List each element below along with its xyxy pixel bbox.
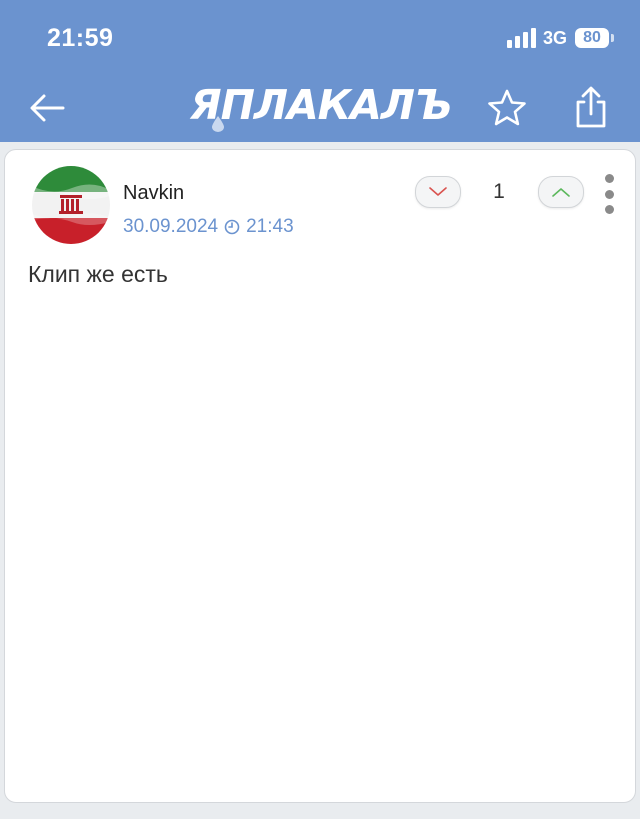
author-name[interactable]: Navkin — [123, 182, 184, 205]
comment-date: 30.09.2024 — [123, 216, 219, 237]
dot-icon — [604, 189, 614, 199]
user-avatar[interactable] — [32, 166, 110, 244]
downvote-button[interactable] — [415, 176, 461, 208]
more-options-button[interactable] — [601, 174, 617, 214]
vote-score: 1 — [493, 180, 505, 203]
top-bar: 21:59 3G 80 ЯПЛАКАЛЪ — [0, 0, 640, 142]
comment-text: Клип же есть — [28, 261, 168, 287]
back-button[interactable] — [27, 90, 67, 126]
network-type: 3G — [542, 27, 567, 48]
comment-time: 21:43 — [246, 216, 294, 237]
clock-icon — [224, 219, 240, 235]
tear-drop-icon — [212, 116, 224, 132]
battery-icon: 80 — [575, 28, 614, 48]
upvote-button[interactable] — [538, 176, 584, 208]
site-logo[interactable]: ЯПЛАКАЛЪ — [190, 80, 452, 130]
arrow-left-icon — [30, 94, 65, 122]
flag-avatar-icon — [32, 166, 110, 244]
share-icon — [576, 86, 606, 128]
battery-level: 80 — [575, 28, 609, 48]
star-icon — [488, 89, 526, 126]
status-time: 21:59 — [47, 24, 114, 52]
comment-meta: 30.09.2024 21:43 — [123, 216, 294, 238]
favorite-button[interactable] — [487, 88, 527, 128]
status-indicators: 3G 80 — [506, 26, 614, 50]
dot-icon — [604, 174, 614, 183]
chevron-up-icon — [552, 188, 570, 197]
signal-icon — [506, 28, 536, 48]
share-button[interactable] — [572, 86, 610, 130]
comment-card: Navkin 30.09.2024 21:43 1 Клип же есть — [4, 149, 636, 803]
dot-icon — [604, 205, 614, 214]
chevron-down-icon — [429, 187, 447, 196]
